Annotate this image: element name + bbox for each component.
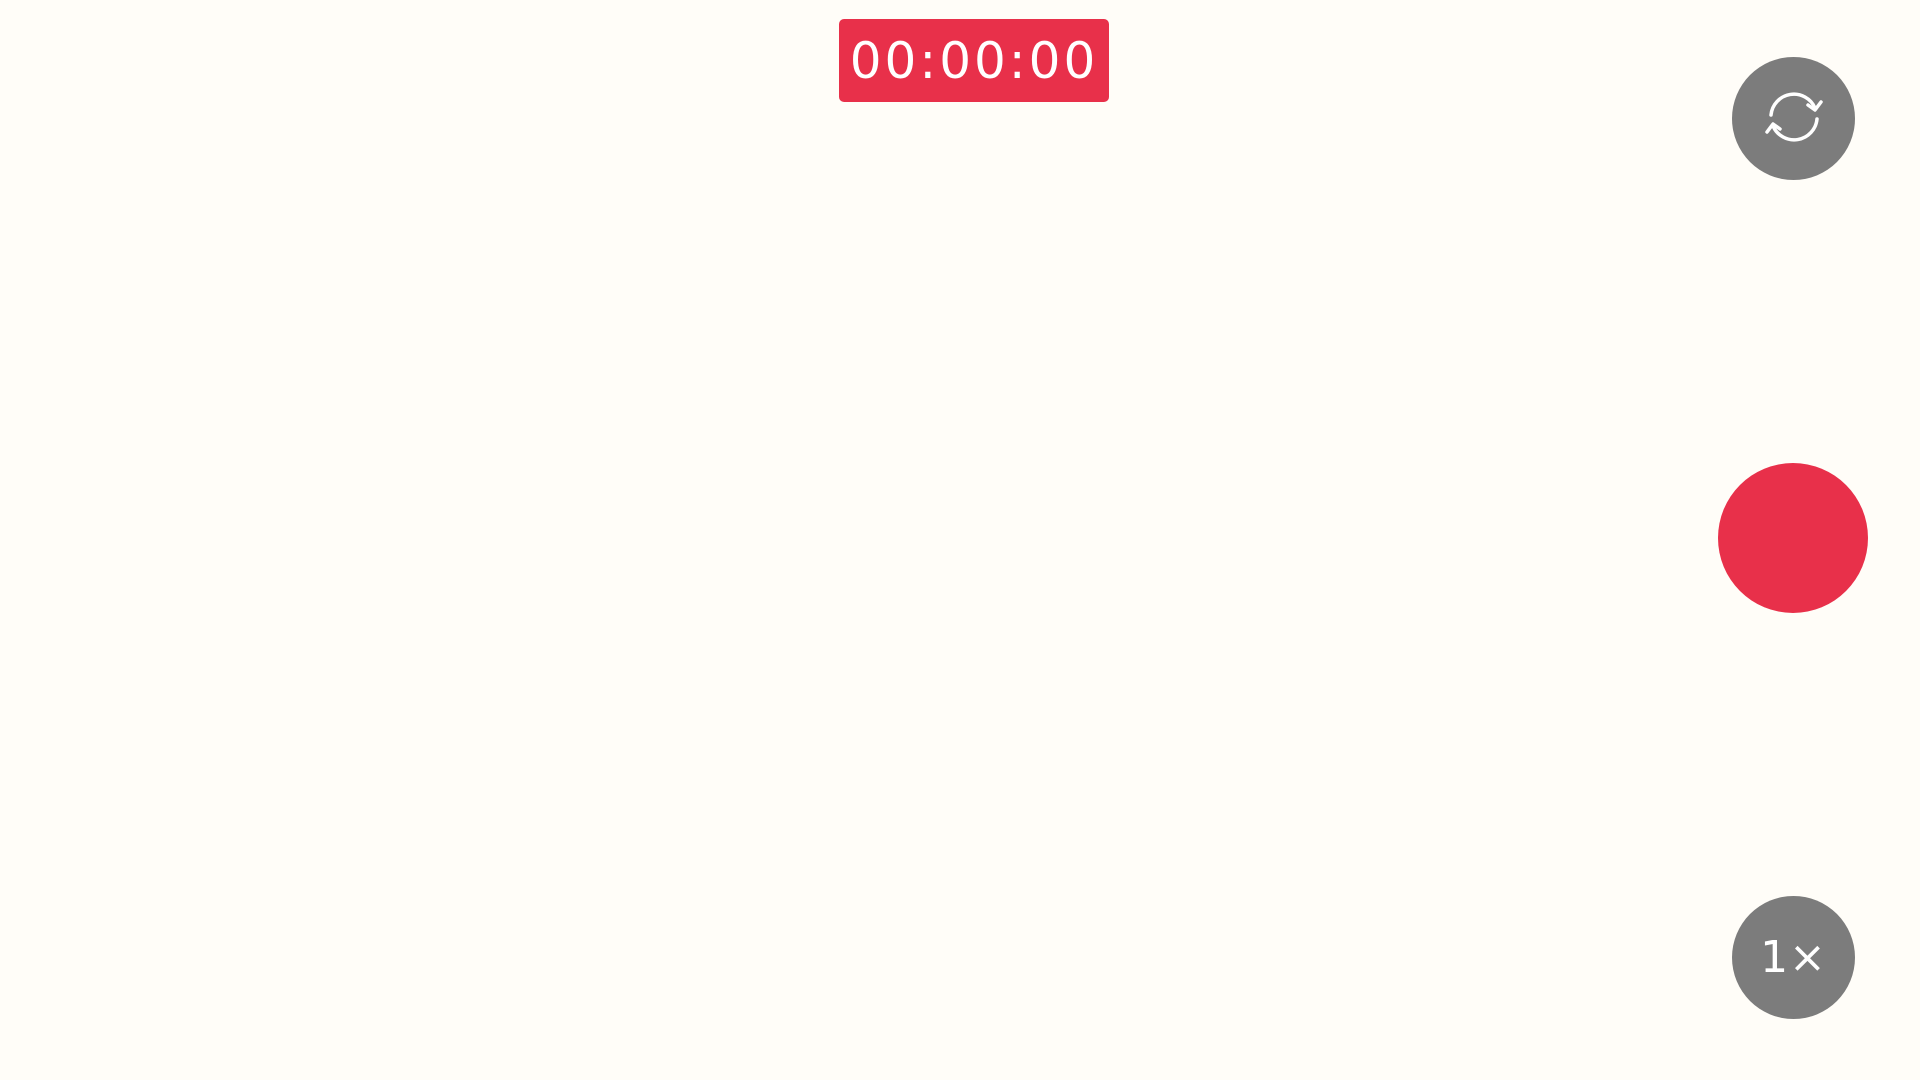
switch-camera-icon xyxy=(1759,82,1829,156)
recording-timer: 00:00:00 xyxy=(839,19,1109,102)
switch-camera-button[interactable] xyxy=(1732,57,1855,180)
record-button[interactable] xyxy=(1718,463,1868,613)
camera-viewfinder xyxy=(0,0,1920,1080)
zoom-level-label: 1× xyxy=(1760,932,1827,983)
recording-timer-text: 00:00:00 xyxy=(849,31,1099,90)
zoom-button[interactable]: 1× xyxy=(1732,896,1855,1019)
